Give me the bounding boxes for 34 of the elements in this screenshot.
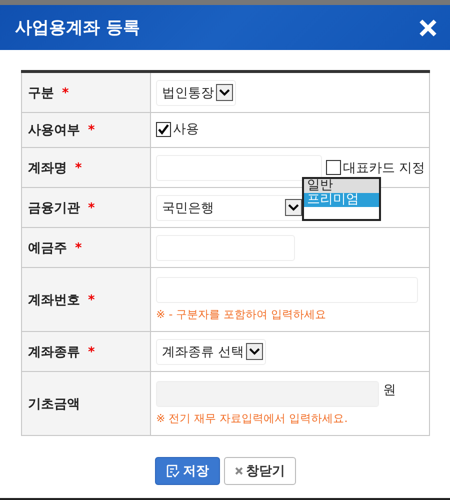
- close-button[interactable]: 창닫기: [224, 457, 296, 485]
- input-field[interactable]: [156, 154, 322, 180]
- caret-icon[interactable]: [216, 84, 233, 101]
- dialog-title: 사업용계좌 등록: [15, 17, 140, 39]
- caret-icon[interactable]: [285, 199, 302, 216]
- checkmark-icon[interactable]: [157, 122, 170, 136]
- required-mark: *: [62, 86, 69, 100]
- hint-text: ※ - 구분자를 포함하여 입력하세요: [156, 307, 328, 322]
- select-field[interactable]: 법인통장: [156, 80, 236, 106]
- required-mark: *: [75, 240, 82, 256]
- field-label: 계좌번호: [28, 292, 80, 308]
- save-button[interactable]: 저장: [155, 457, 220, 485]
- card-checkbox[interactable]: 대표카드 지정: [326, 158, 426, 176]
- dropdown-option[interactable]: 일반: [304, 179, 379, 193]
- field-label: 금융기관: [28, 200, 80, 216]
- field-label: 기초금액: [28, 396, 80, 412]
- required-mark: *: [88, 123, 95, 138]
- unit-label: 원: [383, 382, 396, 399]
- required-mark: *: [88, 344, 95, 360]
- hint-text: ※ 전기 재무 자료입력에서 입력하세요.: [156, 411, 349, 426]
- document-check-icon[interactable]: [166, 464, 180, 478]
- use-checkbox[interactable]: 사용: [156, 120, 199, 138]
- field-label: 계좌명: [28, 160, 67, 176]
- required-mark: *: [88, 292, 95, 308]
- field-label: 사용여부: [28, 123, 80, 138]
- required-mark: *: [75, 160, 82, 176]
- select-field[interactable]: 계좌종류 선택: [156, 338, 266, 364]
- caret-icon[interactable]: [246, 343, 264, 360]
- required-mark: *: [88, 200, 95, 216]
- field-label: 계좌종류: [28, 344, 80, 360]
- field-label: 예금주: [28, 240, 67, 256]
- close-icon[interactable]: [235, 467, 243, 475]
- field-label: 구분: [28, 86, 54, 100]
- select-field[interactable]: 국민은행: [156, 194, 305, 220]
